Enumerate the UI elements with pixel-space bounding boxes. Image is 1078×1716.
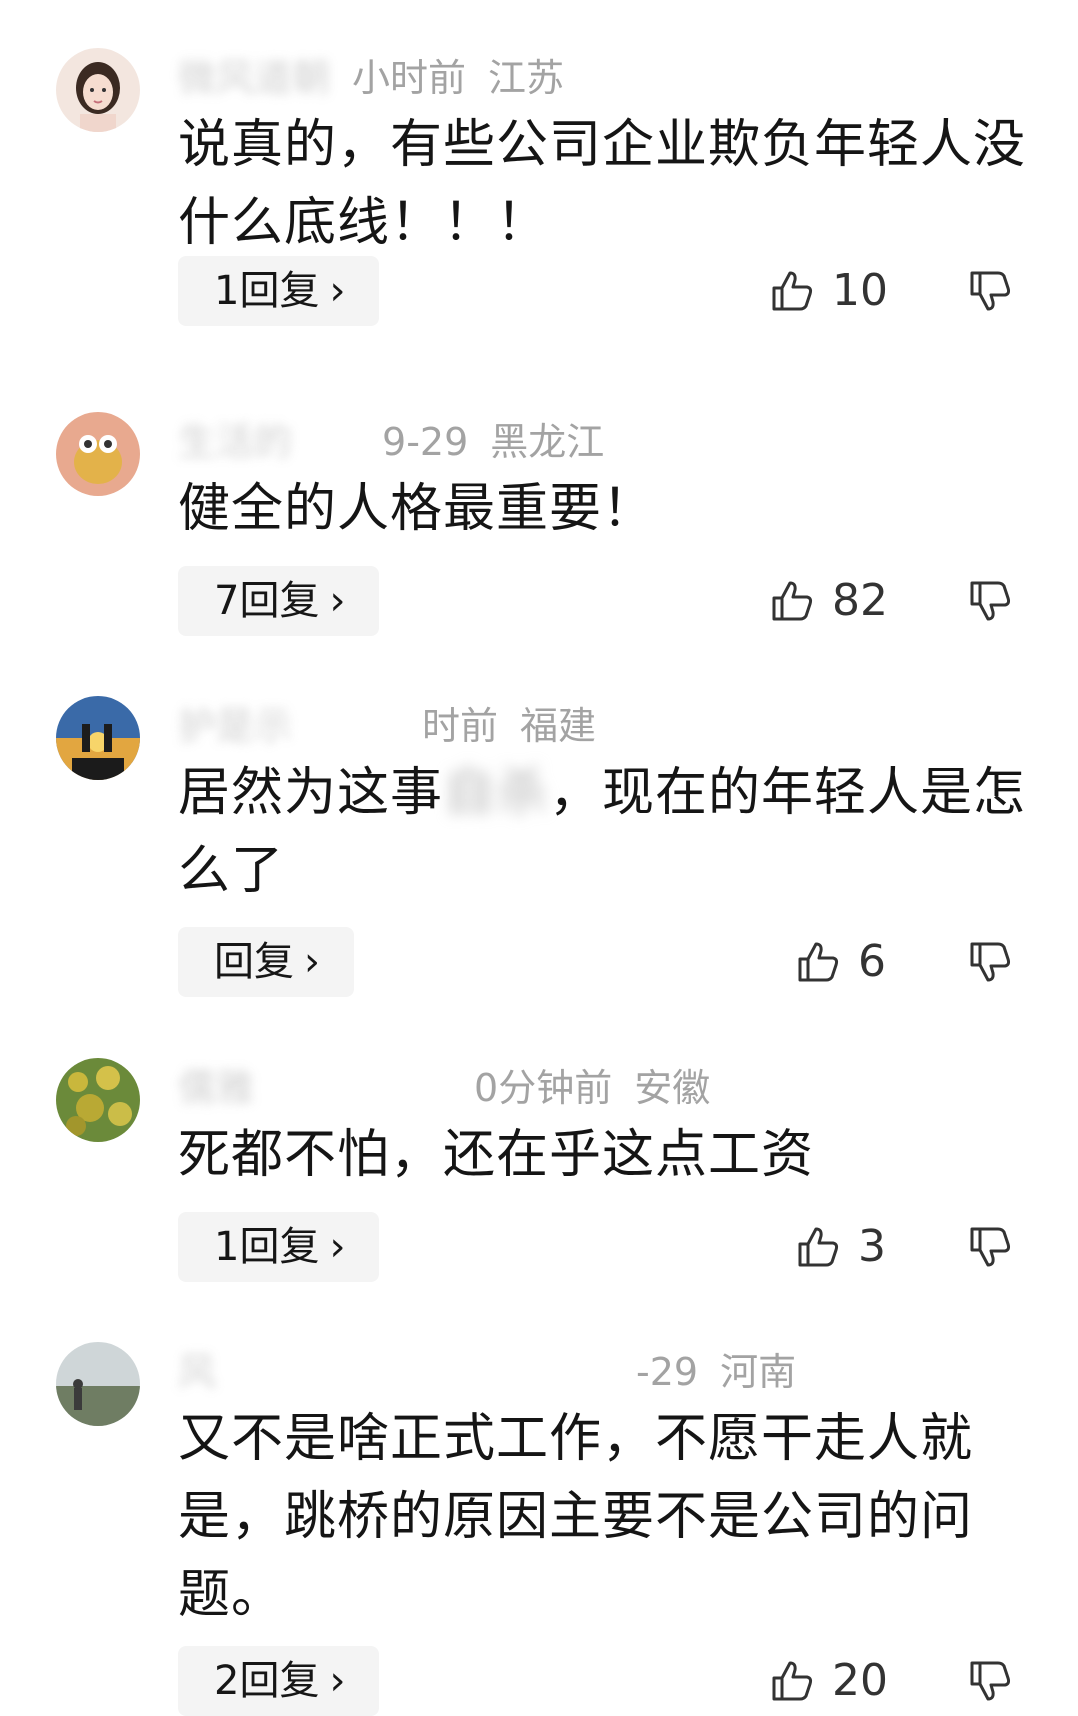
comment-text: 说真的，有些公司企业欺负年轻人没什么底线！！！ [178, 115, 1027, 253]
avatar[interactable] [56, 1058, 140, 1142]
reply-label: 7回复 [214, 578, 320, 624]
thumbs-down-icon [966, 577, 1014, 625]
comment-meta: 生活的 9-29 黑龙江 [178, 420, 604, 464]
like-count: 82 [832, 575, 888, 626]
reply-label: 回复 [214, 939, 294, 985]
chevron-right-icon: › [304, 939, 320, 985]
dislike-button[interactable] [966, 566, 1016, 636]
thumbs-up-icon [794, 1223, 842, 1271]
dislike-button[interactable] [966, 1646, 1016, 1716]
reply-button[interactable]: 1回复 › [178, 256, 380, 326]
timestamp: 0分钟前 [474, 1066, 613, 1110]
timestamp: 9-29 [382, 420, 469, 464]
like-count: 3 [858, 1221, 886, 1272]
comment-meta: 微风道朝 小时前 江苏 [178, 56, 564, 100]
username[interactable]: 生活的 [178, 420, 292, 464]
thumbs-up-icon [768, 577, 816, 625]
location: 河南 [720, 1350, 797, 1394]
timestamp: -29 [636, 1350, 699, 1394]
avatar[interactable] [56, 696, 140, 780]
reply-label: 1回复 [214, 1224, 320, 1270]
obscured-text: 自杀 [443, 763, 550, 823]
like-button[interactable]: 3 [794, 1212, 886, 1282]
comment-meta: 风 -29 河南 [178, 1350, 796, 1394]
reply-label: 2回复 [214, 1658, 320, 1704]
like-button[interactable]: 6 [794, 927, 886, 997]
thumbs-down-icon [966, 938, 1014, 986]
avatar[interactable] [56, 48, 140, 132]
comment-text: 健全的人格最重要！ [178, 479, 656, 539]
thumbs-down-icon [966, 1223, 1014, 1271]
chevron-right-icon: › [329, 268, 346, 314]
avatar[interactable] [56, 1342, 140, 1426]
comment-text: 死都不怕，还在乎这点工资 [178, 1125, 815, 1185]
location: 福建 [520, 704, 597, 748]
comment-text-part: 居然为这事 [178, 763, 444, 823]
dislike-button[interactable] [966, 1212, 1016, 1282]
chevron-right-icon: › [329, 578, 346, 624]
like-count: 20 [832, 1655, 888, 1706]
reply-button[interactable]: 2回复 › [178, 1646, 380, 1716]
reply-button[interactable]: 1回复 › [178, 1212, 380, 1282]
thumbs-down-icon [966, 1657, 1014, 1705]
username[interactable]: 微风道朝 [178, 56, 330, 100]
like-button[interactable]: 82 [768, 566, 888, 636]
thumbs-down-icon [966, 267, 1014, 315]
username[interactable]: 儒雅 [178, 1066, 254, 1110]
reply-button[interactable]: 回复 › [178, 927, 354, 997]
username[interactable]: 风 [178, 1350, 216, 1394]
like-button[interactable]: 20 [768, 1646, 888, 1716]
like-count: 6 [858, 936, 886, 987]
dislike-button[interactable] [966, 927, 1016, 997]
reply-button[interactable]: 7回复 › [178, 566, 380, 636]
thumbs-up-icon [768, 267, 816, 315]
like-count: 10 [832, 265, 888, 316]
location: 安徽 [634, 1066, 711, 1110]
comment-meta: 儒雅 0分钟前 安徽 [178, 1066, 710, 1110]
thumbs-up-icon [768, 1657, 816, 1705]
thumbs-up-icon [794, 938, 842, 986]
like-button[interactable]: 10 [768, 256, 888, 326]
timestamp: 小时前 [352, 56, 467, 100]
avatar[interactable] [56, 412, 140, 496]
comment-text: 又不是啥正式工作，不愿干走人就是，跳桥的原因主要不是公司的问题。 [178, 1409, 974, 1625]
location: 江苏 [488, 56, 565, 100]
chevron-right-icon: › [329, 1658, 346, 1704]
comment-text: 居然为这事自杀，现在的年轻人是怎么了 [178, 754, 1038, 910]
comment-meta: 护是示 时前 福建 [178, 704, 596, 748]
dislike-button[interactable] [966, 256, 1016, 326]
username[interactable]: 护是示 [178, 704, 292, 748]
location: 黑龙江 [490, 420, 605, 464]
timestamp: 时前 [422, 704, 499, 748]
chevron-right-icon: › [329, 1224, 346, 1270]
reply-label: 1回复 [214, 268, 320, 314]
